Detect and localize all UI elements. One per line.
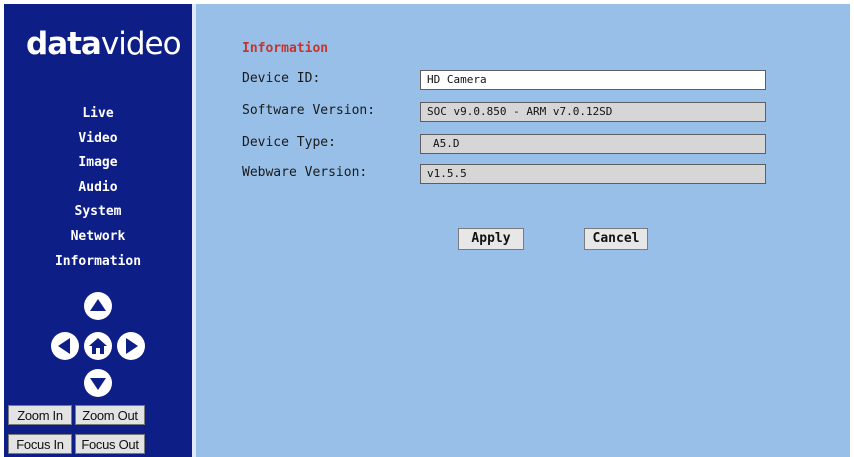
- nav-item-information[interactable]: Information: [4, 250, 192, 275]
- apply-button[interactable]: Apply: [458, 228, 524, 250]
- device-id-label: Device ID:: [242, 71, 321, 86]
- webware-version-label: Webware Version:: [242, 165, 368, 180]
- focus-out-button[interactable]: Focus Out: [75, 434, 145, 454]
- page-title: Information: [242, 41, 329, 56]
- home-button[interactable]: [84, 332, 112, 360]
- triangle-right-icon: [126, 338, 138, 354]
- triangle-left-icon: [58, 338, 70, 354]
- logo-thin-text: video: [100, 26, 182, 62]
- software-version-label: Software Version:: [242, 103, 376, 118]
- nav-item-audio[interactable]: Audio: [4, 176, 192, 201]
- cancel-button[interactable]: Cancel: [584, 228, 648, 250]
- nav-item-network[interactable]: Network: [4, 225, 192, 250]
- nav-item-live[interactable]: Live: [4, 102, 192, 127]
- home-icon: [89, 338, 107, 354]
- triangle-up-icon: [90, 299, 106, 311]
- pan-down-button[interactable]: [84, 369, 112, 397]
- nav-item-image[interactable]: Image: [4, 151, 192, 176]
- zoom-out-button[interactable]: Zoom Out: [75, 405, 145, 425]
- ptz-control-pad: [4, 292, 192, 402]
- datavideo-logo: datavideo: [26, 24, 182, 64]
- software-version-field: SOC v9.0.850 - ARM v7.0.12SD: [420, 102, 766, 122]
- pan-up-button[interactable]: [84, 292, 112, 320]
- triangle-down-icon: [90, 378, 106, 390]
- pan-left-button[interactable]: [51, 332, 79, 360]
- zoom-in-button[interactable]: Zoom In: [8, 405, 72, 425]
- device-type-label: Device Type:: [242, 135, 336, 150]
- focus-in-button[interactable]: Focus In: [8, 434, 72, 454]
- focus-controls: Focus In Focus Out: [8, 434, 192, 454]
- information-panel: Information Device ID: HD Camera Softwar…: [196, 4, 850, 457]
- app-frame: datavideo Live Video Image Audio System …: [4, 4, 850, 457]
- main-nav: Live Video Image Audio System Network In…: [4, 102, 192, 274]
- nav-item-video[interactable]: Video: [4, 127, 192, 152]
- pan-right-button[interactable]: [117, 332, 145, 360]
- nav-item-system[interactable]: System: [4, 200, 192, 225]
- device-type-field: A5.D: [420, 134, 766, 154]
- zoom-controls: Zoom In Zoom Out: [8, 405, 192, 425]
- logo-bold-text: data: [26, 26, 102, 62]
- webware-version-field: v1.5.5: [420, 164, 766, 184]
- sidebar: datavideo Live Video Image Audio System …: [4, 4, 196, 457]
- device-id-input[interactable]: HD Camera: [420, 70, 766, 90]
